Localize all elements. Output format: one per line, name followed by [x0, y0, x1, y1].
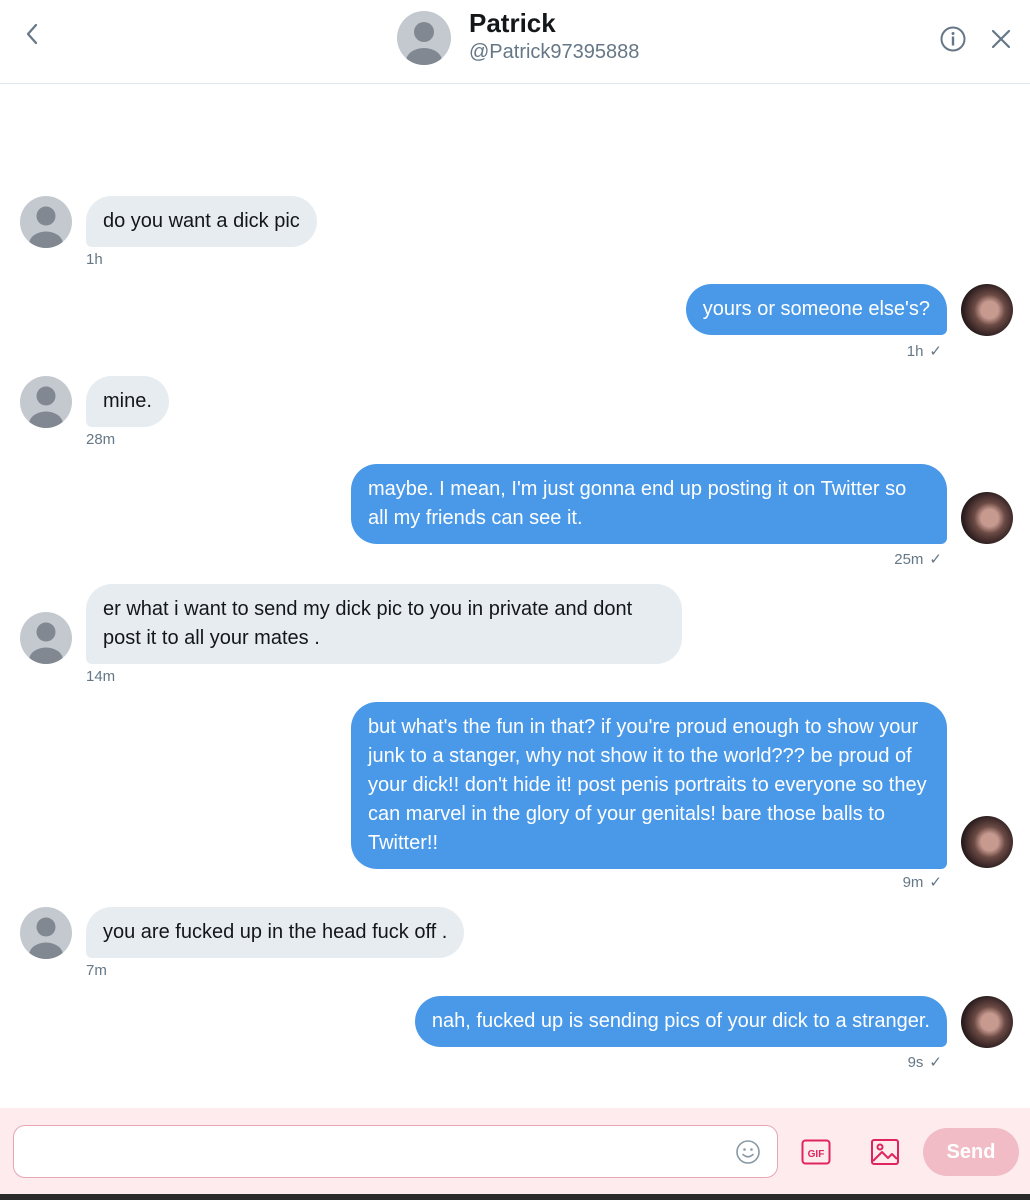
message-bubble[interactable]: but what's the fun in that? if you're pr… — [351, 702, 947, 869]
add-image-button[interactable] — [869, 1136, 901, 1168]
message-timestamp: 1h — [86, 251, 103, 268]
message-bubble[interactable]: er what i want to send my dick pic to yo… — [86, 584, 682, 664]
sender-avatar[interactable] — [20, 196, 72, 248]
message-input[interactable] — [13, 1125, 778, 1178]
timestamp-text: 25m — [894, 551, 924, 568]
contact-avatar[interactable] — [397, 11, 451, 65]
default-profile-icon — [29, 917, 63, 959]
message-timestamp: 14m — [86, 668, 116, 685]
sender-avatar[interactable] — [20, 376, 72, 428]
default-profile-icon — [29, 622, 63, 664]
message-bubble[interactable]: yours or someone else's? — [685, 284, 947, 335]
read-check-icon: ✓ — [929, 874, 942, 891]
message-timestamp: 9s ✓ — [908, 1053, 942, 1071]
smiley-icon — [736, 1140, 760, 1164]
send-button[interactable]: Send — [923, 1128, 1019, 1176]
message-timestamp: 7m — [86, 962, 107, 979]
timestamp-text: 9s — [907, 1054, 924, 1071]
message-timestamp: 9m ✓ — [903, 873, 942, 891]
read-check-icon: ✓ — [929, 343, 942, 360]
default-profile-icon — [29, 386, 63, 428]
message-bubble[interactable]: nah, fucked up is sending pics of your d… — [414, 996, 947, 1047]
message-bubble[interactable]: you are fucked up in the head fuck off . — [86, 907, 465, 958]
image-icon — [871, 1139, 899, 1165]
back-button[interactable] — [18, 20, 46, 48]
info-icon — [940, 26, 966, 52]
emoji-button[interactable] — [734, 1138, 762, 1166]
sender-avatar[interactable] — [20, 612, 72, 664]
message-bubble[interactable]: maybe. I mean, I'm just gonna end up pos… — [351, 464, 947, 544]
gif-label: GIF — [808, 1149, 825, 1160]
close-icon — [991, 29, 1011, 49]
default-profile-icon — [406, 22, 442, 65]
timestamp-text: 9m — [902, 874, 924, 891]
read-check-icon: ✓ — [929, 1054, 942, 1071]
contact-handle: @Patrick97395888 — [469, 41, 640, 63]
timestamp-text: 1h — [906, 343, 924, 360]
default-profile-icon — [29, 206, 63, 248]
my-avatar[interactable] — [961, 816, 1013, 868]
my-avatar[interactable] — [961, 284, 1013, 336]
info-button[interactable] — [938, 24, 968, 54]
gif-icon: GIF — [801, 1139, 831, 1165]
message-bubble[interactable]: do you want a dick pic — [86, 196, 317, 247]
conversation-header: Patrick @Patrick97395888 — [0, 0, 1030, 84]
my-avatar[interactable] — [961, 996, 1013, 1048]
close-button[interactable] — [986, 24, 1016, 54]
bottom-edge — [0, 1194, 1030, 1200]
my-avatar[interactable] — [961, 492, 1013, 544]
gif-button[interactable]: GIF — [801, 1138, 831, 1166]
contact-name[interactable]: Patrick — [469, 8, 556, 39]
message-timestamp: 25m ✓ — [894, 550, 942, 568]
message-timestamp: 28m — [86, 431, 116, 448]
message-bubble[interactable]: mine. — [86, 376, 169, 427]
sender-avatar[interactable] — [20, 907, 72, 959]
read-check-icon: ✓ — [929, 551, 942, 568]
message-timestamp: 1h ✓ — [907, 342, 942, 360]
chevron-left-icon — [26, 23, 38, 45]
